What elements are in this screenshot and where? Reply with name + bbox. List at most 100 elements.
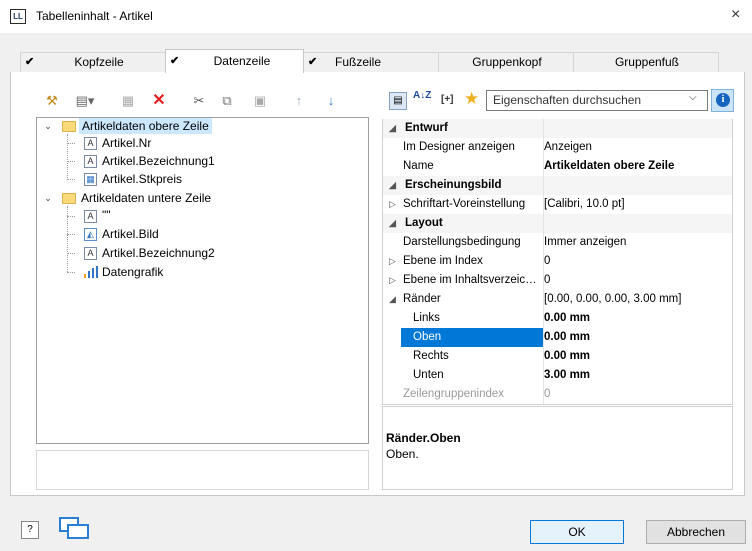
column-separator[interactable] xyxy=(543,119,544,404)
categorized-view-icon[interactable]: ▤ xyxy=(389,92,407,110)
tab-label: Datenzeile xyxy=(213,54,271,68)
property-value[interactable]: [Calibri, 10.0 pt] xyxy=(544,195,625,214)
property-category[interactable]: ◢ Erscheinungsbild xyxy=(383,176,732,195)
tree-connector xyxy=(67,161,75,162)
property-value[interactable]: 0 xyxy=(544,252,550,271)
collapse-icon[interactable]: ◢ xyxy=(389,214,396,233)
help-button[interactable]: ? xyxy=(21,521,39,539)
property-label: Erscheinungsbild xyxy=(405,179,502,191)
chart-icon xyxy=(83,266,99,278)
property-value[interactable]: 0.00 mm xyxy=(544,328,590,347)
property-row[interactable]: ▷ Schriftart-Voreinstellung [Calibri, 10.0… xyxy=(383,195,732,214)
move-up-icon[interactable]: ↑ xyxy=(290,93,308,109)
text-field-icon: A xyxy=(84,137,97,150)
new-item-dropdown-icon[interactable]: ▤▾ xyxy=(70,93,100,109)
property-value[interactable]: 0 xyxy=(544,385,550,404)
property-row[interactable]: ◢ Ränder [0.00, 0.00, 0.00, 3.00 mm] xyxy=(383,290,732,309)
property-category[interactable]: ◢ Layout xyxy=(383,214,732,233)
ok-button[interactable]: OK xyxy=(530,520,624,544)
expand-icon[interactable]: ▷ xyxy=(389,271,396,290)
property-label: Schriftart-Voreinstellung xyxy=(403,198,526,210)
property-row[interactable]: Unten 3.00 mm xyxy=(383,366,732,385)
chevron-down-icon[interactable]: ⌄ xyxy=(43,193,53,204)
table-field-icon: ▦ xyxy=(84,173,97,186)
tab-gruppenkopf[interactable]: Gruppenkopf xyxy=(438,52,574,73)
property-row[interactable]: Darstellungsbedingung Immer anzeigen xyxy=(383,233,732,252)
property-value[interactable]: [0.00, 0.00, 0.00, 3.00 mm] xyxy=(544,290,681,309)
close-icon[interactable]: × xyxy=(731,6,740,24)
property-value[interactable]: 0.00 mm xyxy=(544,309,590,328)
property-value[interactable]: Anzeigen xyxy=(544,138,592,157)
property-value[interactable]: 3.00 mm xyxy=(544,366,590,385)
property-row[interactable]: Oben 0.00 mm xyxy=(383,328,732,347)
tab-gruppenfuss[interactable]: Gruppenfuß xyxy=(573,52,719,73)
delete-icon[interactable]: ✕ xyxy=(150,93,168,109)
description-text: Oben. xyxy=(386,447,419,461)
tree-connector xyxy=(67,143,75,144)
property-row[interactable]: Im Designer anzeigen Anzeigen xyxy=(383,138,732,157)
property-row[interactable]: Rechts 0.00 mm xyxy=(383,347,732,366)
tree-item-artikeldaten-untere-zeile[interactable]: Artikeldaten untere Zeile xyxy=(81,190,211,206)
collapse-icon[interactable]: ◢ xyxy=(389,290,396,309)
tab-fusszeile[interactable]: ✔ Fußzeile xyxy=(303,52,439,73)
copy-icon[interactable]: ⧉ xyxy=(218,93,236,109)
property-row[interactable]: Zeilengruppenindex 0 xyxy=(383,385,732,404)
check-icon: ✔ xyxy=(170,55,180,67)
tree-item[interactable]: Artikel.Bezeichnung2 xyxy=(102,245,215,261)
tree-item[interactable]: Datengrafik xyxy=(102,264,163,280)
tree-item[interactable]: "" xyxy=(102,207,111,223)
sort-alphabetical-icon[interactable]: A↓Z xyxy=(413,91,433,101)
property-value[interactable]: Artikeldaten obere Zeile xyxy=(544,157,674,176)
chevron-down-icon[interactable]: ⌄ xyxy=(43,121,53,132)
paste-icon[interactable]: ▣ xyxy=(251,93,269,109)
property-description-pane xyxy=(382,406,733,490)
window-title: Tabelleninhalt - Artikel xyxy=(36,9,153,23)
expand-icon[interactable]: ▷ xyxy=(389,252,396,271)
check-icon: ✔ xyxy=(25,56,35,68)
property-label: Darstellungsbedingung xyxy=(403,236,521,248)
tab-datenzeile[interactable]: ✔ Datenzeile xyxy=(165,49,304,73)
chevron-down-icon[interactable]: ⌵ xyxy=(689,92,697,103)
tree-description-pane xyxy=(36,450,369,490)
property-value[interactable]: 0.00 mm xyxy=(544,347,590,366)
property-category[interactable]: ◢ Entwurf xyxy=(383,119,732,138)
app-logo-icon: LL xyxy=(10,9,26,24)
tree-item[interactable]: Artikel.Stkpreis xyxy=(102,171,182,187)
favorites-star-icon[interactable]: ★ xyxy=(464,89,479,109)
property-row[interactable]: ▷ Ebene im Inhaltsverzeic… 0 xyxy=(383,271,732,290)
property-label: Ränder xyxy=(403,293,441,305)
tree-connector xyxy=(67,179,75,180)
window-layout-button[interactable] xyxy=(57,515,91,541)
property-label: Oben xyxy=(401,328,543,347)
move-down-icon[interactable]: ↓ xyxy=(322,93,340,109)
check-icon: ✔ xyxy=(308,56,318,68)
property-label: Unten xyxy=(413,369,444,381)
property-row[interactable]: Links 0.00 mm xyxy=(383,309,732,328)
wand-icon[interactable]: ⚒ xyxy=(43,93,61,109)
tree-item[interactable]: Artikel.Nr xyxy=(102,135,151,151)
tab-kopfzeile[interactable]: ✔ Kopfzeile xyxy=(20,52,166,73)
collapse-icon[interactable]: ◢ xyxy=(389,176,396,195)
properties-icon[interactable]: ▦ xyxy=(119,93,137,109)
property-value[interactable]: 0 xyxy=(544,271,550,290)
cancel-button[interactable]: Abbrechen xyxy=(646,520,746,544)
cut-icon[interactable]: ✂ xyxy=(190,93,208,109)
tree-item-artikeldaten-obere-zeile[interactable]: Artikeldaten obere Zeile xyxy=(79,118,212,134)
expand-icon[interactable]: ▷ xyxy=(389,195,396,214)
expand-all-icon[interactable]: [+] xyxy=(441,94,454,105)
tab-label: Kopfzeile xyxy=(74,55,124,69)
property-row[interactable]: Name Artikeldaten obere Zeile xyxy=(383,157,732,176)
collapse-icon[interactable]: ◢ xyxy=(389,119,396,138)
tab-label: Fußzeile xyxy=(334,55,381,69)
folder-icon xyxy=(62,193,76,204)
description-title: Ränder.Oben xyxy=(386,431,461,445)
property-label: Ebene im Inhaltsverzeic… xyxy=(403,274,537,286)
property-value[interactable]: Immer anzeigen xyxy=(544,233,626,252)
text-field-icon: A xyxy=(84,247,97,260)
tree-connector xyxy=(67,216,75,217)
property-row[interactable]: ▷ Ebene im Index 0 xyxy=(383,252,732,271)
tree-item[interactable]: Artikel.Bild xyxy=(102,226,159,242)
tree-connector xyxy=(67,134,68,178)
tree-connector xyxy=(67,272,75,273)
tree-item[interactable]: Artikel.Bezeichnung1 xyxy=(102,153,215,169)
